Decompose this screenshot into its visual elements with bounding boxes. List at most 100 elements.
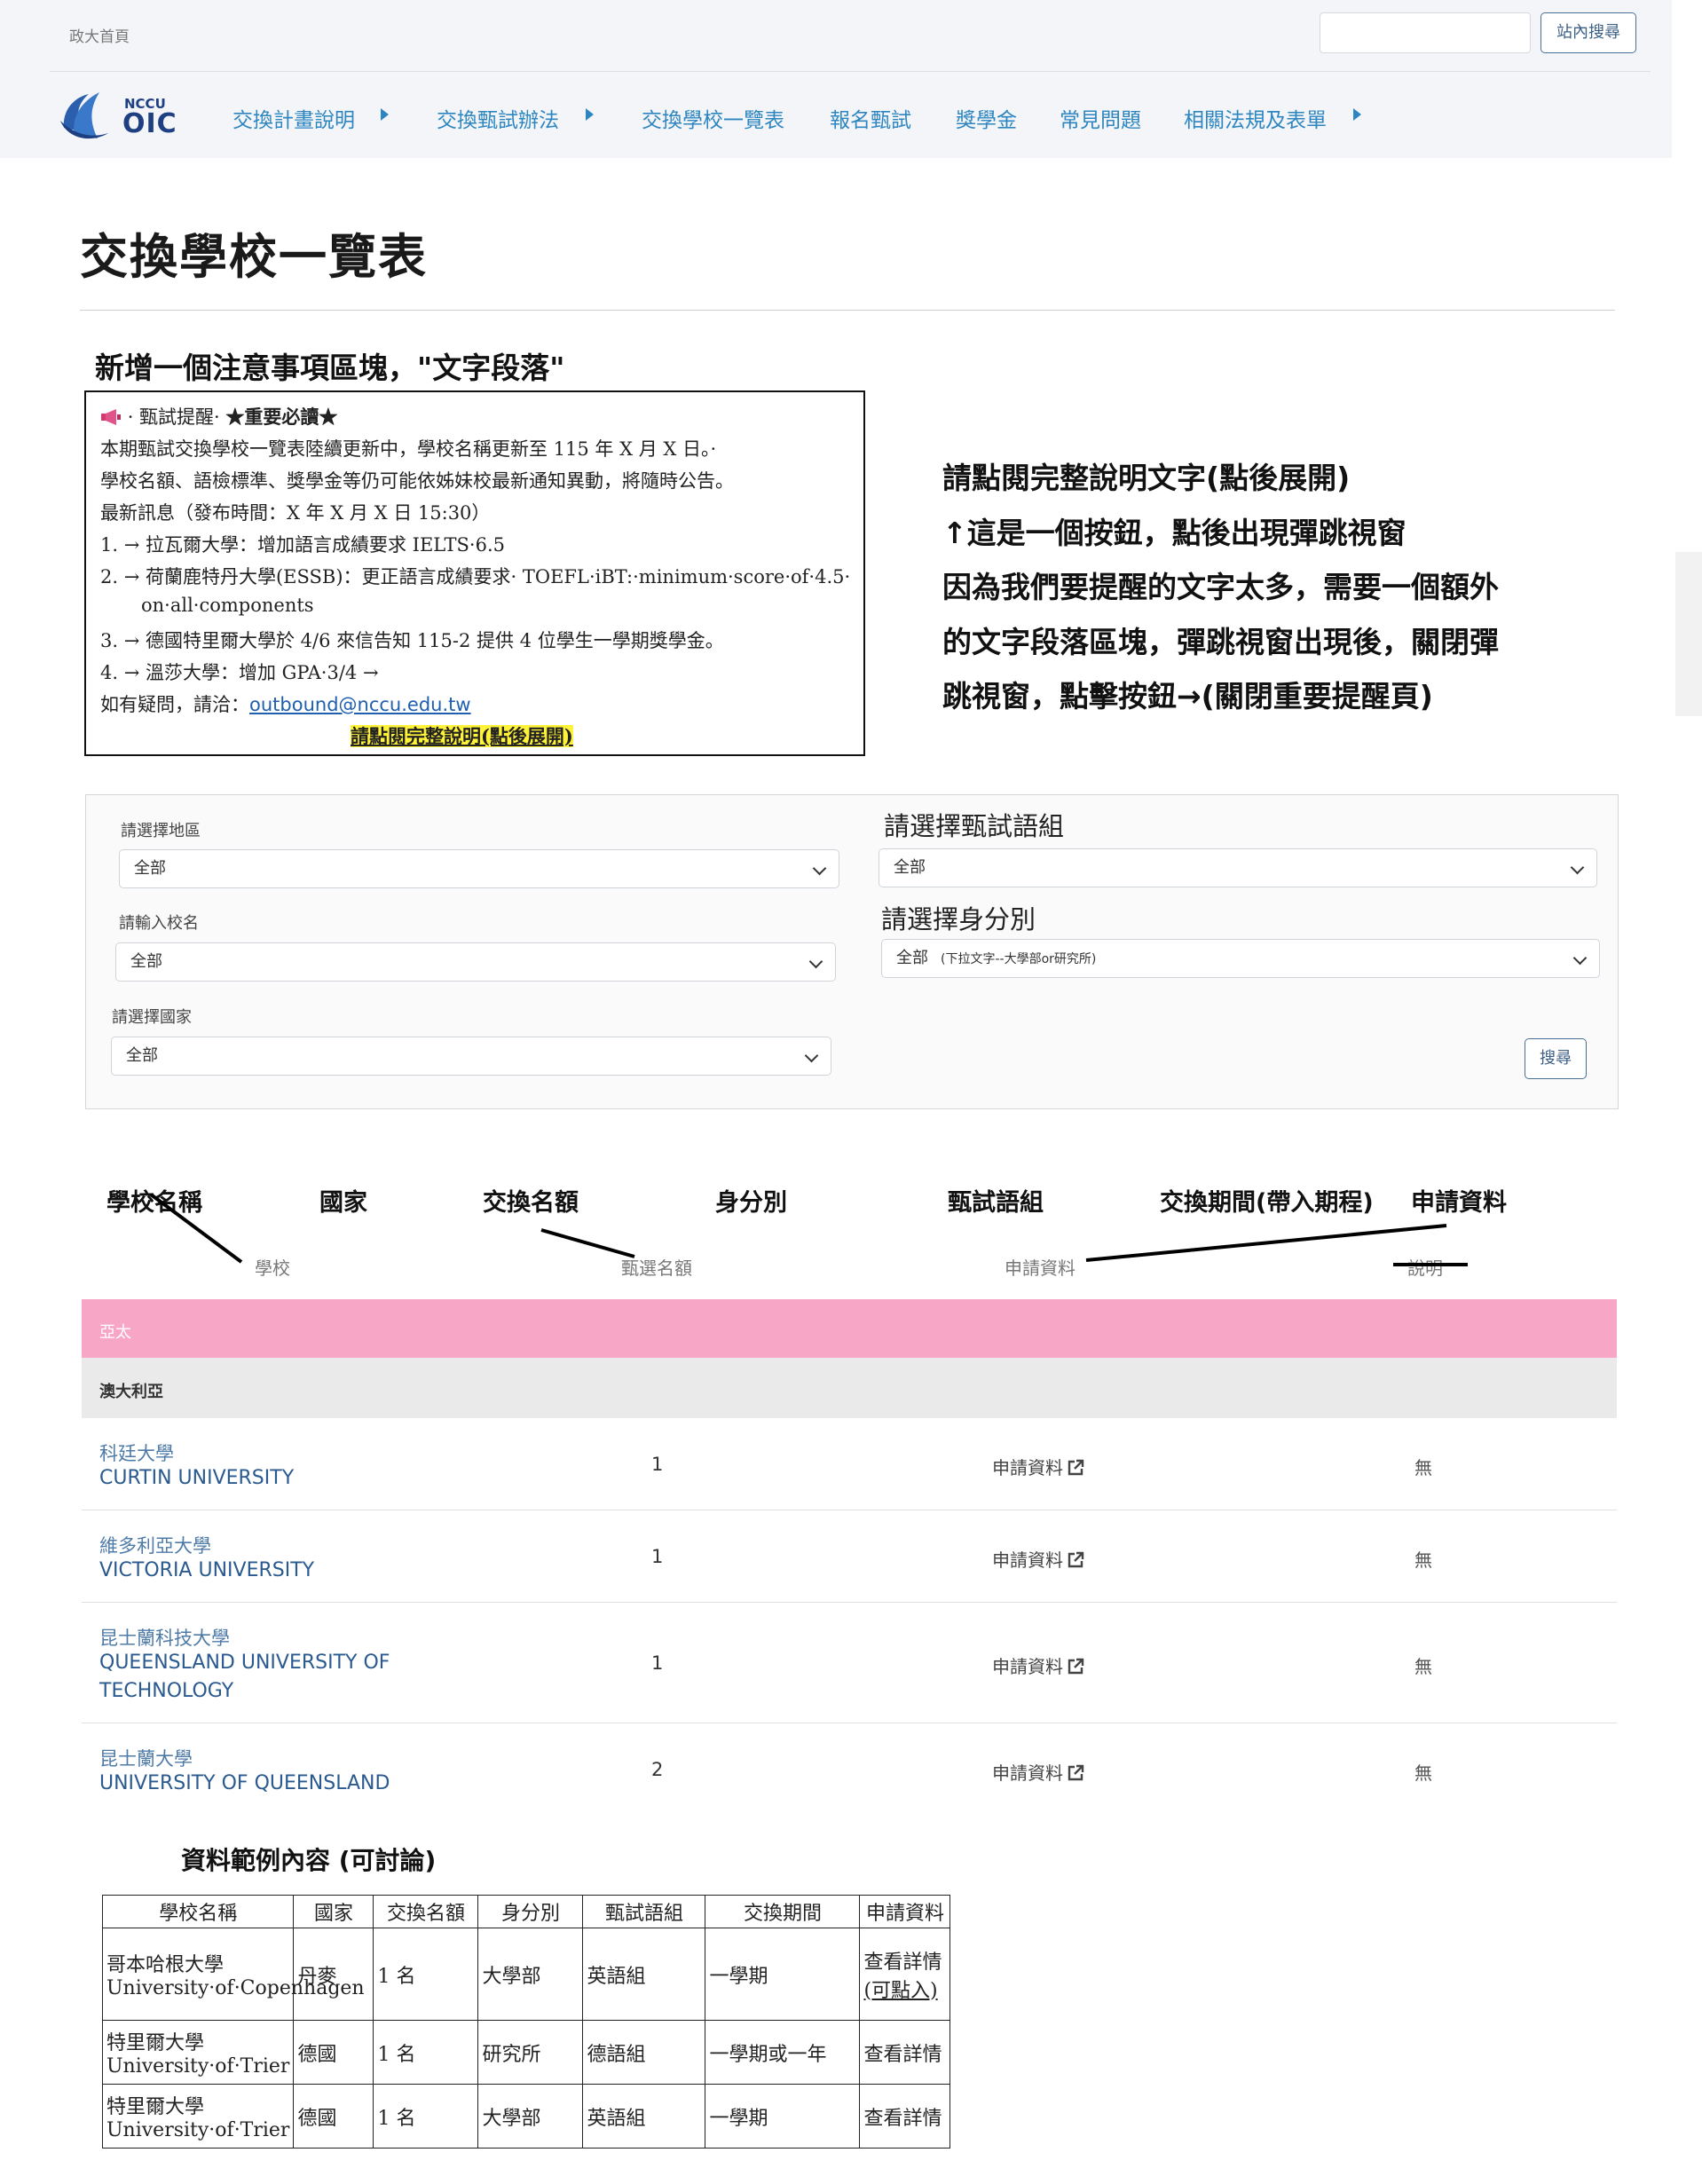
annotation-col-period: 交換期間(帶入期程): [1160, 1189, 1374, 1217]
annotation-note-line: 因為我們要提醒的文字太多，需要一個額外: [942, 570, 1499, 604]
example-apply-link[interactable]: 查看詳情: [859, 2084, 951, 2149]
external-link-icon: [1068, 1764, 1084, 1781]
annotation-note-line: 的文字段落區塊，彈跳視窗出現後，關閉彈: [942, 625, 1499, 659]
example-header-cell: 身分別: [477, 1895, 584, 1928]
annotation-col-school: 學校名稱: [106, 1189, 202, 1217]
annotation-col-role: 身分別: [715, 1189, 787, 1217]
school-name-en-link[interactable]: VICTORIA UNIVERSITY: [99, 1557, 314, 1585]
example-role: 大學部: [477, 2084, 584, 2149]
annotation-col-quota: 交換名額: [483, 1189, 579, 1217]
example-school-zh: 特里爾大學: [106, 2032, 205, 2054]
school-name-zh-link[interactable]: 昆士蘭大學: [99, 1745, 193, 1771]
caret-right-icon[interactable]: [381, 108, 389, 121]
nav-item-scholarship[interactable]: 獎學金: [956, 103, 1017, 133]
role-select-value: 全部: [896, 949, 928, 967]
external-link-icon: [1068, 1459, 1084, 1476]
country-group-row: [82, 1358, 1617, 1418]
filter-search-button[interactable]: 搜尋: [1525, 1038, 1587, 1079]
school-note: 無: [1414, 1549, 1432, 1571]
language-select-value: 全部: [894, 858, 926, 877]
example-row: 哥本哈根大學 University·of·Copenhagen 丹麥 1 名 大學…: [101, 1928, 951, 2021]
site-search-button[interactable]: 站內搜尋: [1540, 12, 1636, 53]
example-period: 一學期或一年: [705, 2020, 861, 2085]
home-link[interactable]: 政大首頁: [69, 24, 130, 46]
example-school-en: University·of·Trier: [106, 2055, 290, 2078]
language-select[interactable]: 全部: [879, 848, 1597, 887]
example-country: 德國: [293, 2020, 374, 2085]
example-role: 研究所: [477, 2020, 584, 2085]
example-apply-cell[interactable]: 查看詳情 (可點入): [859, 1928, 951, 2021]
apply-info-link[interactable]: 申請資料: [992, 1454, 1084, 1479]
apply-info-link[interactable]: 申請資料: [992, 1652, 1084, 1678]
school-name-zh-link[interactable]: 維多利亞大學: [99, 1532, 211, 1558]
example-header-cell: 學校名稱: [101, 1895, 295, 1928]
school-name-en-link[interactable]: CURTIN UNIVERSITY: [99, 1464, 294, 1493]
nav-item-school-list[interactable]: 交換學校一覽表: [642, 103, 784, 133]
example-apply-link[interactable]: 查看詳情: [863, 1946, 946, 1975]
example-apply-link[interactable]: 查看詳情: [859, 2020, 951, 2085]
megaphone-icon: [101, 409, 121, 425]
role-select-hint: (下拉文字--大學部or研究所): [941, 952, 1097, 966]
role-filter-label: 請選擇身分別: [881, 904, 1036, 934]
caret-right-icon[interactable]: [1353, 108, 1361, 121]
school-note: 無: [1414, 1457, 1432, 1478]
apply-info-link[interactable]: 申請資料: [992, 1759, 1084, 1785]
school-quota: 1: [651, 1652, 664, 1674]
nav-item-selection-rules[interactable]: 交換甄試辦法: [437, 103, 559, 133]
example-quota: 1 名: [373, 2084, 479, 2149]
chevron-down-icon: [804, 1048, 819, 1063]
expand-notice-button[interactable]: 請點閱完整說明(點後展開): [351, 725, 573, 747]
school-name-zh-link[interactable]: 科廷大學: [99, 1439, 174, 1466]
notice-item: 4. → 溫莎大學：增加 GPA·3/4 →: [100, 662, 379, 683]
example-header-row: 學校名稱 國家 交換名額 身分別 甄試語組 交換期間 申請資料: [101, 1895, 951, 1928]
example-header-cell: 交換期間: [705, 1895, 861, 1928]
table-header-quota: 甄選名額: [621, 1258, 692, 1279]
notice-heading-strong: ★重要必讀★: [225, 406, 338, 428]
notice-contact-label: 如有疑問，請洽：: [100, 694, 249, 715]
page-title: 交換學校一覽表: [80, 229, 428, 285]
school-select-value: 全部: [130, 952, 162, 971]
table-header-apply: 申請資料: [1005, 1258, 1076, 1279]
apply-info-label: 申請資料: [992, 1549, 1063, 1571]
apply-info-label: 申請資料: [992, 1457, 1063, 1478]
notice-item: 1. → 拉瓦爾大學：增加語言成績要求 IELTS·6.5: [100, 534, 505, 556]
chevron-down-icon: [1570, 860, 1585, 875]
example-school-en: University·of·Trier: [106, 2119, 290, 2141]
nav-item-regulations[interactable]: 相關法規及表單: [1184, 103, 1327, 133]
country-select[interactable]: 全部: [111, 1037, 831, 1076]
notice-contact: 如有疑問，請洽：outbound@nccu.edu.tw: [100, 690, 471, 717]
example-quota: 1 名: [373, 2020, 479, 2085]
school-name-select[interactable]: 全部: [115, 942, 836, 982]
example-apply-extra[interactable]: (可點入): [863, 1975, 946, 2003]
example-header-cell: 申請資料: [859, 1895, 951, 1928]
example-period: 一學期: [705, 2084, 861, 2149]
table-row: 昆士蘭科技大學 QUEENSLAND UNIVERSITY OF TECHNOL…: [82, 1603, 1617, 1723]
nav-item-exchange-program[interactable]: 交換計畫說明: [232, 103, 355, 133]
scroll-edge: [1675, 552, 1702, 716]
school-name-en-link[interactable]: QUEENSLAND UNIVERSITY OF TECHNOLOGY: [99, 1649, 401, 1706]
example-header-cell: 交換名額: [373, 1895, 479, 1928]
example-header-cell: 國家: [293, 1895, 374, 1928]
country-select-value: 全部: [126, 1046, 158, 1065]
role-select[interactable]: 全部 (下拉文字--大學部or研究所): [881, 939, 1600, 978]
nav-item-faq[interactable]: 常見問題: [1060, 103, 1141, 133]
country-filter-label: 請選擇國家: [112, 1008, 192, 1027]
notice-block: · 甄試提醒· ★重要必讀★ 本期甄試交換學校一覽表陸續更新中，學校名稱更新至 …: [84, 390, 865, 756]
region-select[interactable]: 全部: [119, 849, 839, 888]
nav-item-apply[interactable]: 報名甄試: [830, 103, 911, 133]
region-filter-label: 請選擇地區: [121, 822, 201, 840]
notice-heading: · 甄試提醒· ★重要必讀★: [100, 403, 337, 430]
site-search-input[interactable]: [1320, 12, 1531, 53]
example-row: 特里爾大學 University·of·Trier 德國 1 名 大學部 英語組 …: [101, 2084, 951, 2149]
school-name-en-link[interactable]: UNIVERSITY OF QUEENSLAND: [99, 1770, 390, 1798]
caret-right-icon[interactable]: [586, 108, 594, 121]
annotation-block-heading: 新增一個注意事項區塊，"文字段落": [95, 351, 565, 385]
school-quota: 1: [651, 1454, 664, 1475]
example-school-cell: 哥本哈根大學 University·of·Copenhagen: [101, 1928, 365, 2021]
example-country: 丹麥: [293, 1928, 374, 2021]
contact-email-link[interactable]: outbound@nccu.edu.tw: [249, 694, 471, 715]
school-name-zh-link[interactable]: 昆士蘭科技大學: [99, 1624, 230, 1651]
apply-info-link[interactable]: 申請資料: [992, 1546, 1084, 1572]
annotation-col-apply: 申請資料: [1411, 1189, 1507, 1217]
region-group-row: [82, 1299, 1617, 1358]
